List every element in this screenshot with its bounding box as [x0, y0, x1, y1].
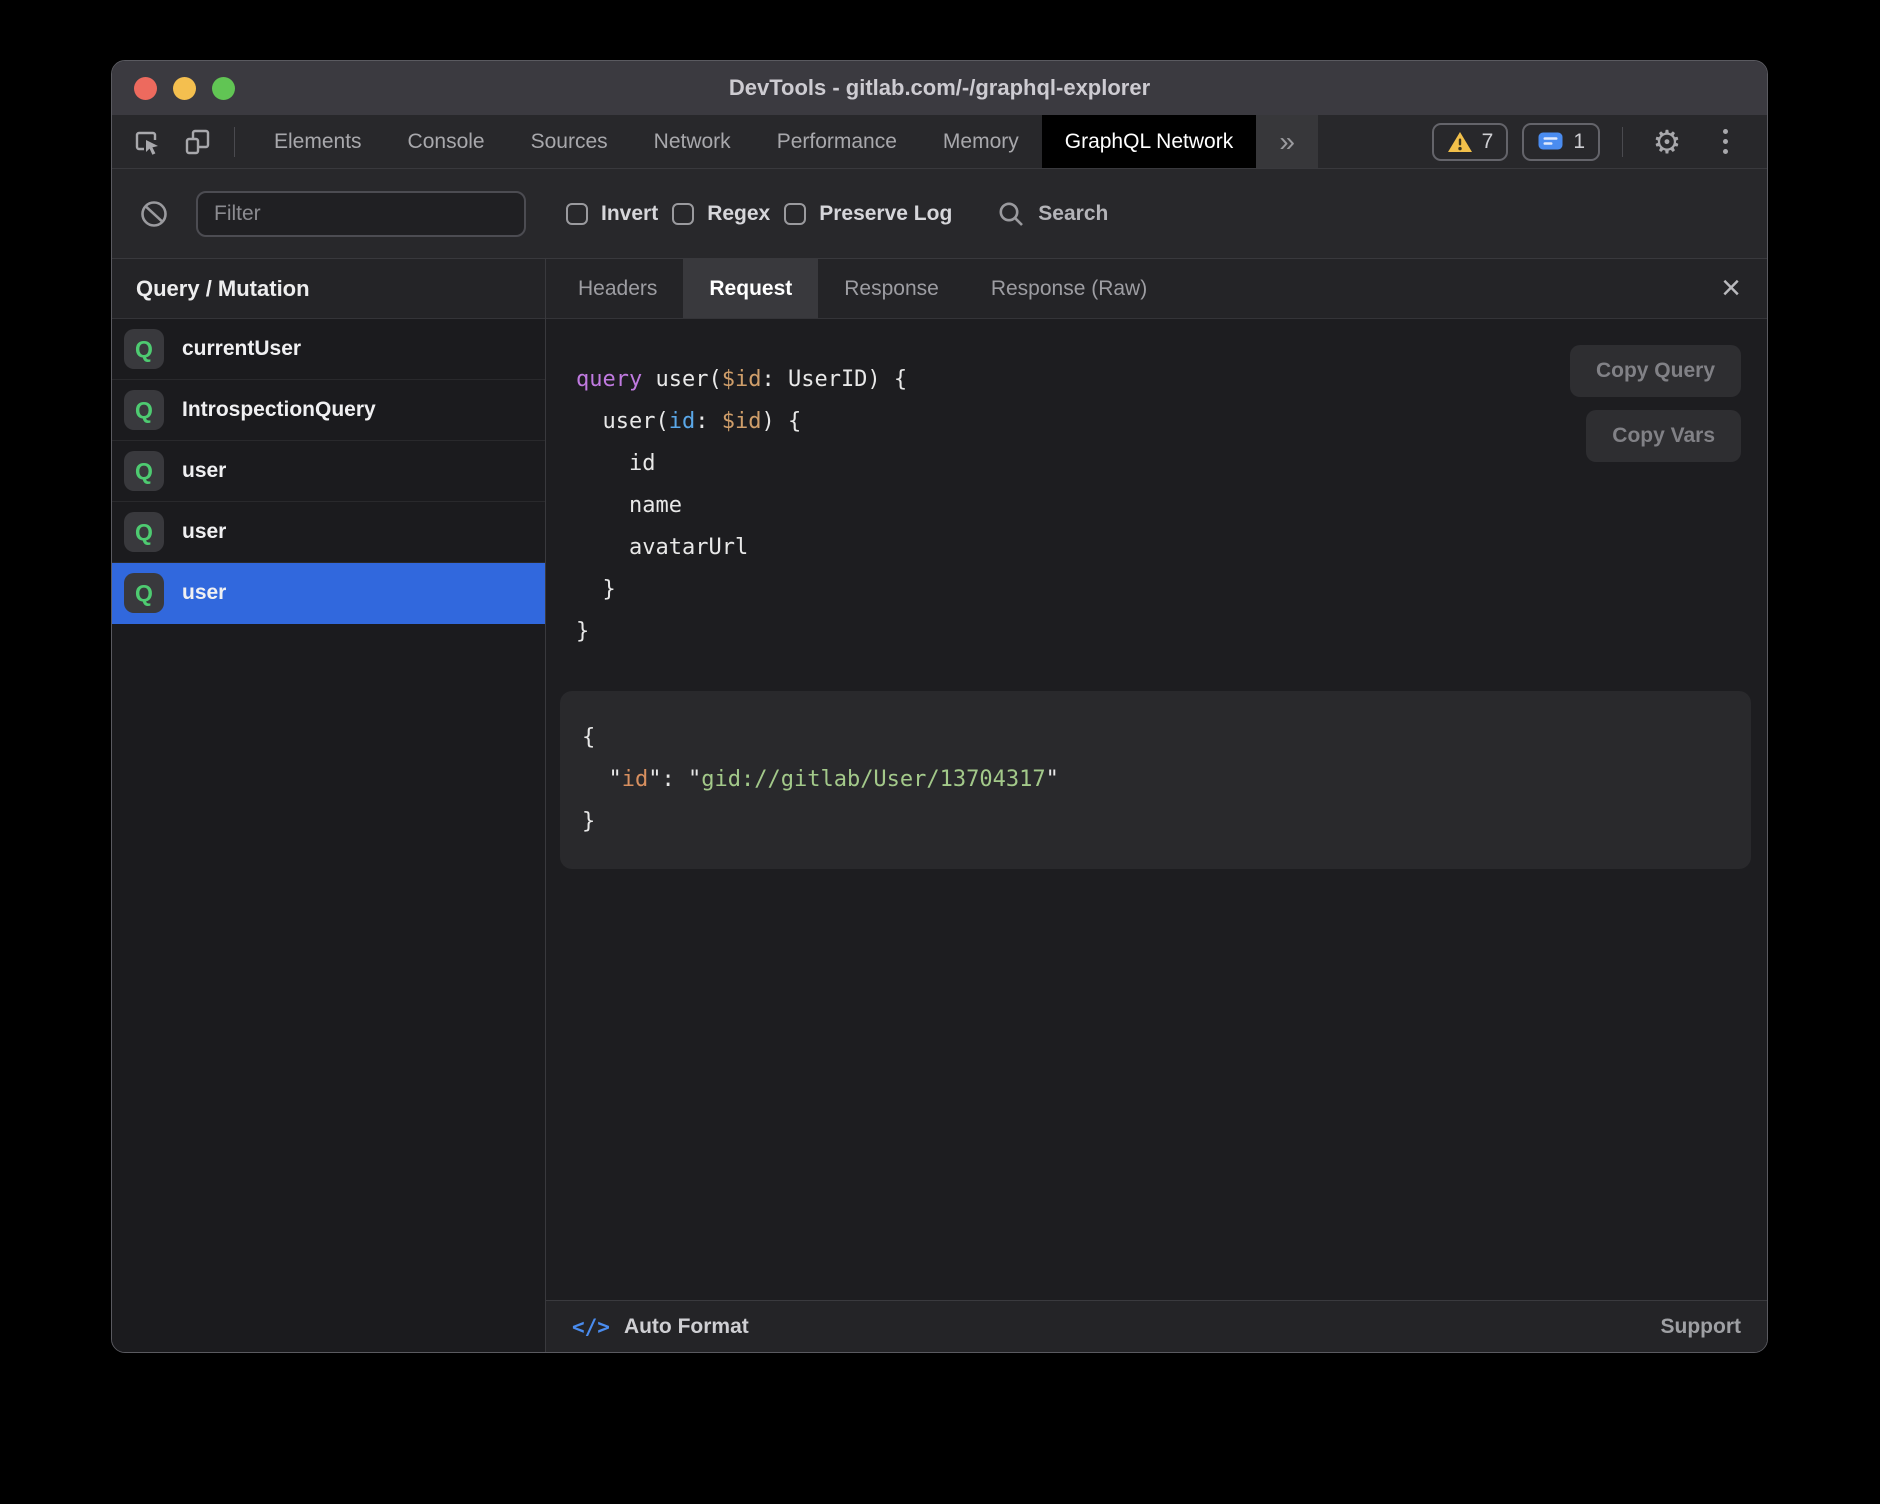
title-bar: DevTools - gitlab.com/-/graphql-explorer [112, 61, 1767, 115]
sidebar-header-title: Query / Mutation [136, 276, 310, 302]
query-type-icon: Q [124, 451, 164, 491]
support-link[interactable]: Support [1661, 1315, 1741, 1339]
copy-vars-button[interactable]: Copy Vars [1586, 410, 1741, 462]
inspect-element-icon[interactable] [126, 122, 170, 162]
query-type-icon: Q [124, 390, 164, 430]
query-name: user [182, 520, 226, 544]
filter-bar: Invert Regex Preserve Log Search [112, 169, 1767, 259]
query-list-item-0[interactable]: QcurrentUser [112, 319, 545, 380]
window-title: DevTools - gitlab.com/-/graphql-explorer [729, 75, 1150, 101]
query-list-item-4[interactable]: Quser [112, 563, 545, 624]
minimize-window-button[interactable] [173, 77, 196, 100]
code-format-icon: </> [572, 1315, 610, 1339]
query-type-icon: Q [124, 329, 164, 369]
query-name: currentUser [182, 337, 301, 361]
search-group[interactable]: Search [996, 199, 1108, 229]
variables-json-code: { "id": "gid://gitlab/User/13704317"} [582, 717, 1729, 843]
checkbox-box-preserve-log[interactable] [784, 203, 806, 225]
detail-footer: </> Auto Format Support [546, 1300, 1767, 1352]
chevron-double-right-icon: » [1279, 126, 1295, 158]
toolbar-tab-performance[interactable]: Performance [754, 115, 920, 168]
search-label: Search [1038, 202, 1108, 226]
desktop-background: DevTools - gitlab.com/-/graphql-explorer [0, 0, 1880, 1504]
copy-buttons: Copy Query Copy Vars [1570, 345, 1741, 462]
devtools-toolbar: ElementsConsoleSourcesNetworkPerformance… [112, 115, 1767, 169]
traffic-lights [134, 61, 235, 115]
issues-badge[interactable]: 1 [1522, 123, 1600, 161]
warning-count: 7 [1482, 130, 1494, 154]
issues-count: 1 [1573, 130, 1585, 154]
checkbox-invert[interactable]: Invert [566, 202, 658, 226]
detail-tab-headers[interactable]: Headers [552, 259, 683, 318]
checkbox-label-preserve-log: Preserve Log [819, 202, 952, 226]
detail-tabs: HeadersRequestResponseResponse (Raw) × [546, 259, 1767, 319]
checkbox-preserve-log[interactable]: Preserve Log [784, 202, 952, 226]
search-icon [996, 199, 1026, 229]
toolbar-tabs: ElementsConsoleSourcesNetworkPerformance… [251, 115, 1256, 168]
toolbar-tab-console[interactable]: Console [385, 115, 508, 168]
toolbar-tab-memory[interactable]: Memory [920, 115, 1042, 168]
checkbox-box-regex[interactable] [672, 203, 694, 225]
clear-block-icon[interactable] [138, 198, 170, 230]
detail-tab-request[interactable]: Request [683, 259, 818, 318]
sidebar-header: Query / Mutation [112, 259, 545, 319]
toolbar-right: 7 1 ⚙ [1432, 115, 1767, 168]
query-name: user [182, 459, 226, 483]
toolbar-tab-graphql-network[interactable]: GraphQL Network [1042, 115, 1256, 168]
request-body: Copy Query Copy Vars query user($id: Use… [546, 319, 1767, 1300]
zoom-window-button[interactable] [212, 77, 235, 100]
close-window-button[interactable] [134, 77, 157, 100]
variables-code-line-2: } [582, 801, 1729, 843]
variables-box: { "id": "gid://gitlab/User/13704317"} [560, 691, 1751, 869]
filter-checkboxes: Invert Regex Preserve Log [552, 202, 952, 226]
close-detail-button[interactable]: × [1695, 259, 1767, 318]
query-list-item-1[interactable]: Q IntrospectionQuery [112, 380, 545, 441]
detail-panel: HeadersRequestResponseResponse (Raw) × C… [546, 259, 1767, 1352]
more-tabs-button[interactable]: » [1256, 115, 1318, 168]
checkbox-regex[interactable]: Regex [672, 202, 770, 226]
query-code-line-5: } [576, 569, 1767, 611]
toolbar-left-icons [112, 115, 251, 168]
query-name: IntrospectionQuery [182, 398, 376, 422]
main-split: Query / Mutation QcurrentUserQIntrospect… [112, 259, 1767, 1352]
query-code-line-6: } [576, 611, 1767, 653]
toolbar-tab-network[interactable]: Network [631, 115, 754, 168]
message-icon [1537, 131, 1564, 153]
query-code-line-4: avatarUrl [576, 527, 1767, 569]
toolbar-tab-elements[interactable]: Elements [251, 115, 385, 168]
copy-query-button[interactable]: Copy Query [1570, 345, 1741, 397]
query-type-icon: Q [124, 512, 164, 552]
checkbox-label-invert: Invert [601, 202, 658, 226]
checkbox-label-regex: Regex [707, 202, 770, 226]
auto-format-button[interactable]: Auto Format [624, 1315, 749, 1339]
device-toolbar-icon[interactable] [176, 122, 220, 162]
query-list: QcurrentUserQIntrospectionQueryQuserQuse… [112, 319, 545, 1352]
toolbar-divider [234, 127, 235, 157]
query-code-line-3: name [576, 485, 1767, 527]
checkbox-box-invert[interactable] [566, 203, 588, 225]
query-list-item-2[interactable]: Quser [112, 441, 545, 502]
devtools-window: DevTools - gitlab.com/-/graphql-explorer [111, 60, 1768, 1353]
filter-input[interactable] [196, 191, 526, 237]
detail-tab-response[interactable]: Response [818, 259, 965, 318]
query-name: user [182, 581, 226, 605]
variables-code-line-0: { [582, 717, 1729, 759]
kebab-menu-icon[interactable] [1703, 122, 1747, 162]
warnings-badge[interactable]: 7 [1432, 123, 1509, 161]
variables-code-line-1: "id": "gid://gitlab/User/13704317" [582, 759, 1729, 801]
close-icon: × [1721, 269, 1741, 308]
query-sidebar: Query / Mutation QcurrentUserQIntrospect… [112, 259, 546, 1352]
query-type-icon: Q [124, 573, 164, 613]
warning-triangle-icon [1447, 130, 1473, 154]
settings-gear-icon[interactable]: ⚙ [1645, 122, 1689, 162]
toolbar-right-divider [1622, 127, 1623, 157]
detail-tab-response-raw[interactable]: Response (Raw) [965, 259, 1173, 318]
query-list-item-3[interactable]: Quser [112, 502, 545, 563]
toolbar-tab-sources[interactable]: Sources [508, 115, 631, 168]
